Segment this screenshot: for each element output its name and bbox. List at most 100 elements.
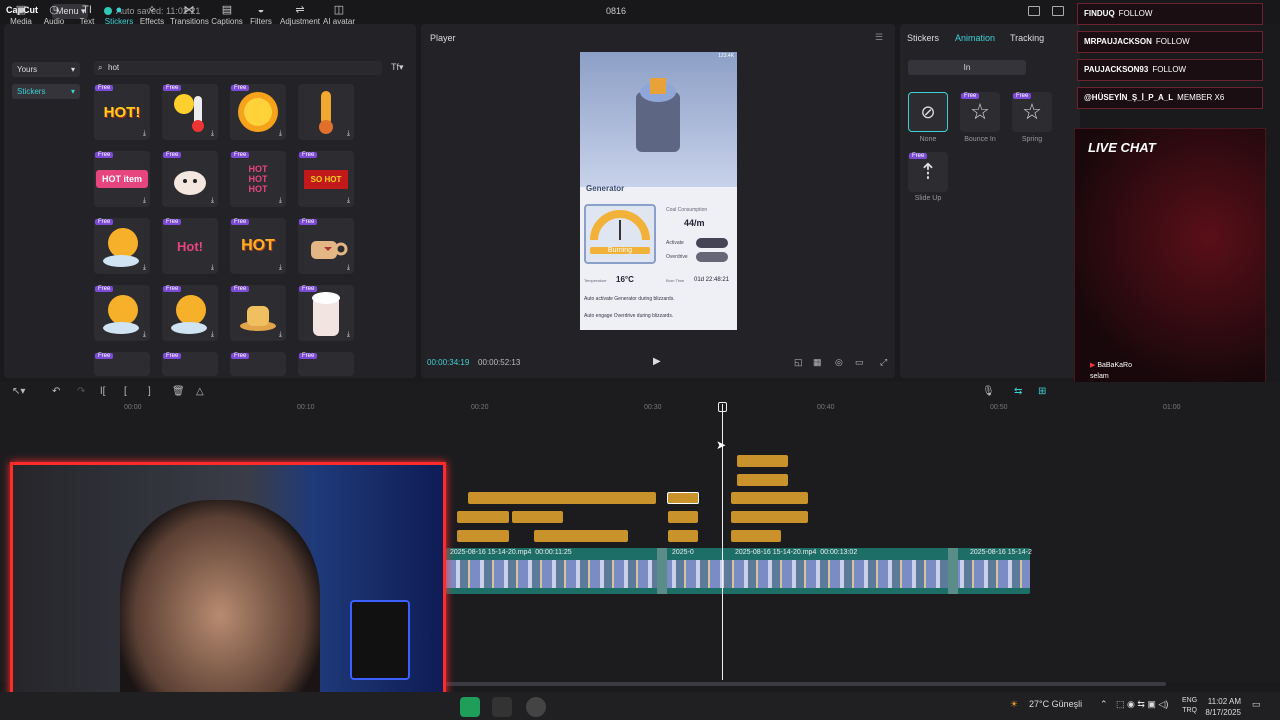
sticker-tile[interactable]: HOT Free ⤓ xyxy=(230,218,286,274)
language-indicator[interactable]: ENG TRQ xyxy=(1182,696,1197,716)
tab-stickers[interactable]: Stickers xyxy=(907,33,939,43)
category-stickers[interactable]: Stickers ▾ xyxy=(12,84,80,99)
sticker-clip[interactable] xyxy=(731,530,781,542)
quality-icon[interactable]: ▦ xyxy=(813,357,822,368)
select-tool-icon[interactable]: ↖▾ xyxy=(12,386,25,397)
sticker-tile[interactable]: Free ⤓ xyxy=(298,218,354,274)
app-icon-green[interactable] xyxy=(460,697,480,717)
download-icon[interactable]: ⤓ xyxy=(279,197,282,205)
tool-filters[interactable]: ◒ Filters xyxy=(242,3,280,26)
sticker-tile[interactable]: HOT item Free ⤓ xyxy=(94,151,150,207)
sticker-clip[interactable] xyxy=(668,530,698,542)
download-icon[interactable]: ⤓ xyxy=(347,130,350,138)
tab-animation[interactable]: Animation xyxy=(955,33,995,43)
player-menu-icon[interactable]: ☰ xyxy=(875,32,883,43)
clock[interactable]: 11:02 AM 8/17/2025 xyxy=(1205,696,1241,718)
split-icon[interactable]: ǀ[ xyxy=(100,386,105,397)
capcut-taskbar-icon[interactable] xyxy=(492,697,512,717)
anim-slide-up[interactable]: ⇡ Free xyxy=(908,152,948,192)
tool-transitions[interactable]: ⋈ Transitions xyxy=(170,3,209,26)
transition-marker[interactable] xyxy=(948,548,958,594)
sticker-tile[interactable]: HOT! Free ⤓ xyxy=(94,84,150,140)
sticker-clip[interactable] xyxy=(457,511,509,523)
download-icon[interactable]: ⤓ xyxy=(211,130,214,138)
overdrive-toggle[interactable] xyxy=(696,252,728,262)
filter-icon[interactable]: Tf▾ xyxy=(391,62,404,73)
notification-icon[interactable]: ▭ xyxy=(1252,699,1261,710)
ratio-icon[interactable]: ◱ xyxy=(794,357,803,368)
download-icon[interactable]: ⤓ xyxy=(279,331,282,339)
tool-effects[interactable]: ✧ Effects xyxy=(133,3,171,26)
sticker-tile[interactable]: SO HOT Free ⤓ xyxy=(298,151,354,207)
layout-icon[interactable] xyxy=(1028,6,1040,16)
mic-icon[interactable]: 🎙 xyxy=(982,386,995,397)
mirror-icon[interactable]: △ xyxy=(196,386,204,397)
download-icon[interactable]: ⤓ xyxy=(279,264,282,272)
sticker-clip[interactable] xyxy=(468,492,656,504)
play-button[interactable]: ▶ xyxy=(653,356,661,367)
sticker-tile[interactable]: Free xyxy=(162,352,218,376)
sticker-tile[interactable]: Hot! Free ⤓ xyxy=(162,218,218,274)
delete-icon[interactable]: 🗑 xyxy=(172,386,185,397)
timeline-scrollbar[interactable] xyxy=(446,682,1166,686)
sticker-clip[interactable] xyxy=(457,530,509,542)
search-input[interactable]: ⌕ hot xyxy=(94,61,382,75)
sticker-clip[interactable] xyxy=(731,511,808,523)
download-icon[interactable]: ⤓ xyxy=(211,197,214,205)
download-icon[interactable]: ⤓ xyxy=(347,264,350,272)
transition-marker[interactable] xyxy=(657,548,667,594)
download-icon[interactable]: ⤓ xyxy=(347,197,350,205)
source-select[interactable]: Yours ▾ xyxy=(12,62,80,77)
undo-icon[interactable]: ↶ xyxy=(52,386,60,397)
download-icon[interactable]: ⤓ xyxy=(211,331,214,339)
playhead-handle[interactable] xyxy=(718,402,727,412)
sticker-tile[interactable]: HOT HOT HOT Free ⤓ xyxy=(230,151,286,207)
sticker-tile[interactable]: Free xyxy=(230,352,286,376)
sticker-tile[interactable]: Free xyxy=(94,352,150,376)
download-icon[interactable]: ⤓ xyxy=(143,197,146,205)
download-icon[interactable]: ⤓ xyxy=(279,130,282,138)
screenshot-icon[interactable]: ◎ xyxy=(835,357,843,368)
sticker-clip[interactable] xyxy=(737,474,788,486)
download-icon[interactable]: ⤓ xyxy=(143,264,146,272)
sticker-clip[interactable] xyxy=(534,530,628,542)
sticker-tile[interactable]: Free ⤓ xyxy=(162,151,218,207)
anim-bounce-in[interactable]: ☆ Free xyxy=(960,92,1000,132)
sticker-tile[interactable]: Free ⤓ xyxy=(162,285,218,341)
sticker-tile[interactable]: ⤓ xyxy=(298,84,354,140)
sticker-tile[interactable]: Free ⤓ xyxy=(230,84,286,140)
download-icon[interactable]: ⤓ xyxy=(143,130,146,138)
tray-chevron-icon[interactable]: ⌃ xyxy=(1100,699,1108,710)
sticker-clip[interactable] xyxy=(668,511,698,523)
sticker-clip[interactable] xyxy=(737,455,788,467)
sticker-clip[interactable] xyxy=(731,492,808,504)
magnet-icon[interactable]: ⊞ xyxy=(1038,386,1046,397)
download-icon[interactable]: ⤓ xyxy=(143,331,146,339)
sticker-tile[interactable]: Free ⤓ xyxy=(298,285,354,341)
redo-icon[interactable]: ↷ xyxy=(77,386,85,397)
tool-captions[interactable]: ▤ Captions xyxy=(208,3,246,26)
activate-toggle[interactable] xyxy=(696,238,728,248)
download-icon[interactable]: ⤓ xyxy=(347,331,350,339)
sticker-tile[interactable]: Free xyxy=(298,352,354,376)
trim-left-icon[interactable]: [ xyxy=(124,386,127,397)
download-icon[interactable]: ⤓ xyxy=(211,264,214,272)
trim-right-icon[interactable]: ] xyxy=(148,386,151,397)
tool-adjustment[interactable]: ⇌ Adjustment xyxy=(280,3,320,26)
sticker-tile[interactable]: Free ⤓ xyxy=(162,84,218,140)
sticker-clip-selected[interactable] xyxy=(667,492,699,504)
tab-tracking[interactable]: Tracking xyxy=(1010,33,1044,43)
anim-spring[interactable]: ☆ Free xyxy=(1012,92,1052,132)
fullscreen-icon[interactable]: ⤢ xyxy=(880,357,887,368)
anim-in-tab[interactable]: In xyxy=(908,60,1026,75)
video-preview[interactable]: 123.4K Generator Burning Coal Consumptio… xyxy=(580,52,737,330)
tray-icons[interactable]: ⬚ ◉ ⇆ ▣ ◁) xyxy=(1116,699,1168,710)
link-icon[interactable]: ⇆ xyxy=(1014,386,1022,397)
sticker-tile[interactable]: Free ⤓ xyxy=(94,218,150,274)
tool-ai-avatar[interactable]: ◫ AI avatar xyxy=(319,3,359,26)
media-taskbar-icon[interactable] xyxy=(526,697,546,717)
maximize-icon[interactable] xyxy=(1052,6,1064,16)
sticker-tile[interactable]: Free ⤓ xyxy=(94,285,150,341)
sticker-clip[interactable] xyxy=(512,511,563,523)
ratio-select-icon[interactable]: ▭ xyxy=(855,357,864,368)
